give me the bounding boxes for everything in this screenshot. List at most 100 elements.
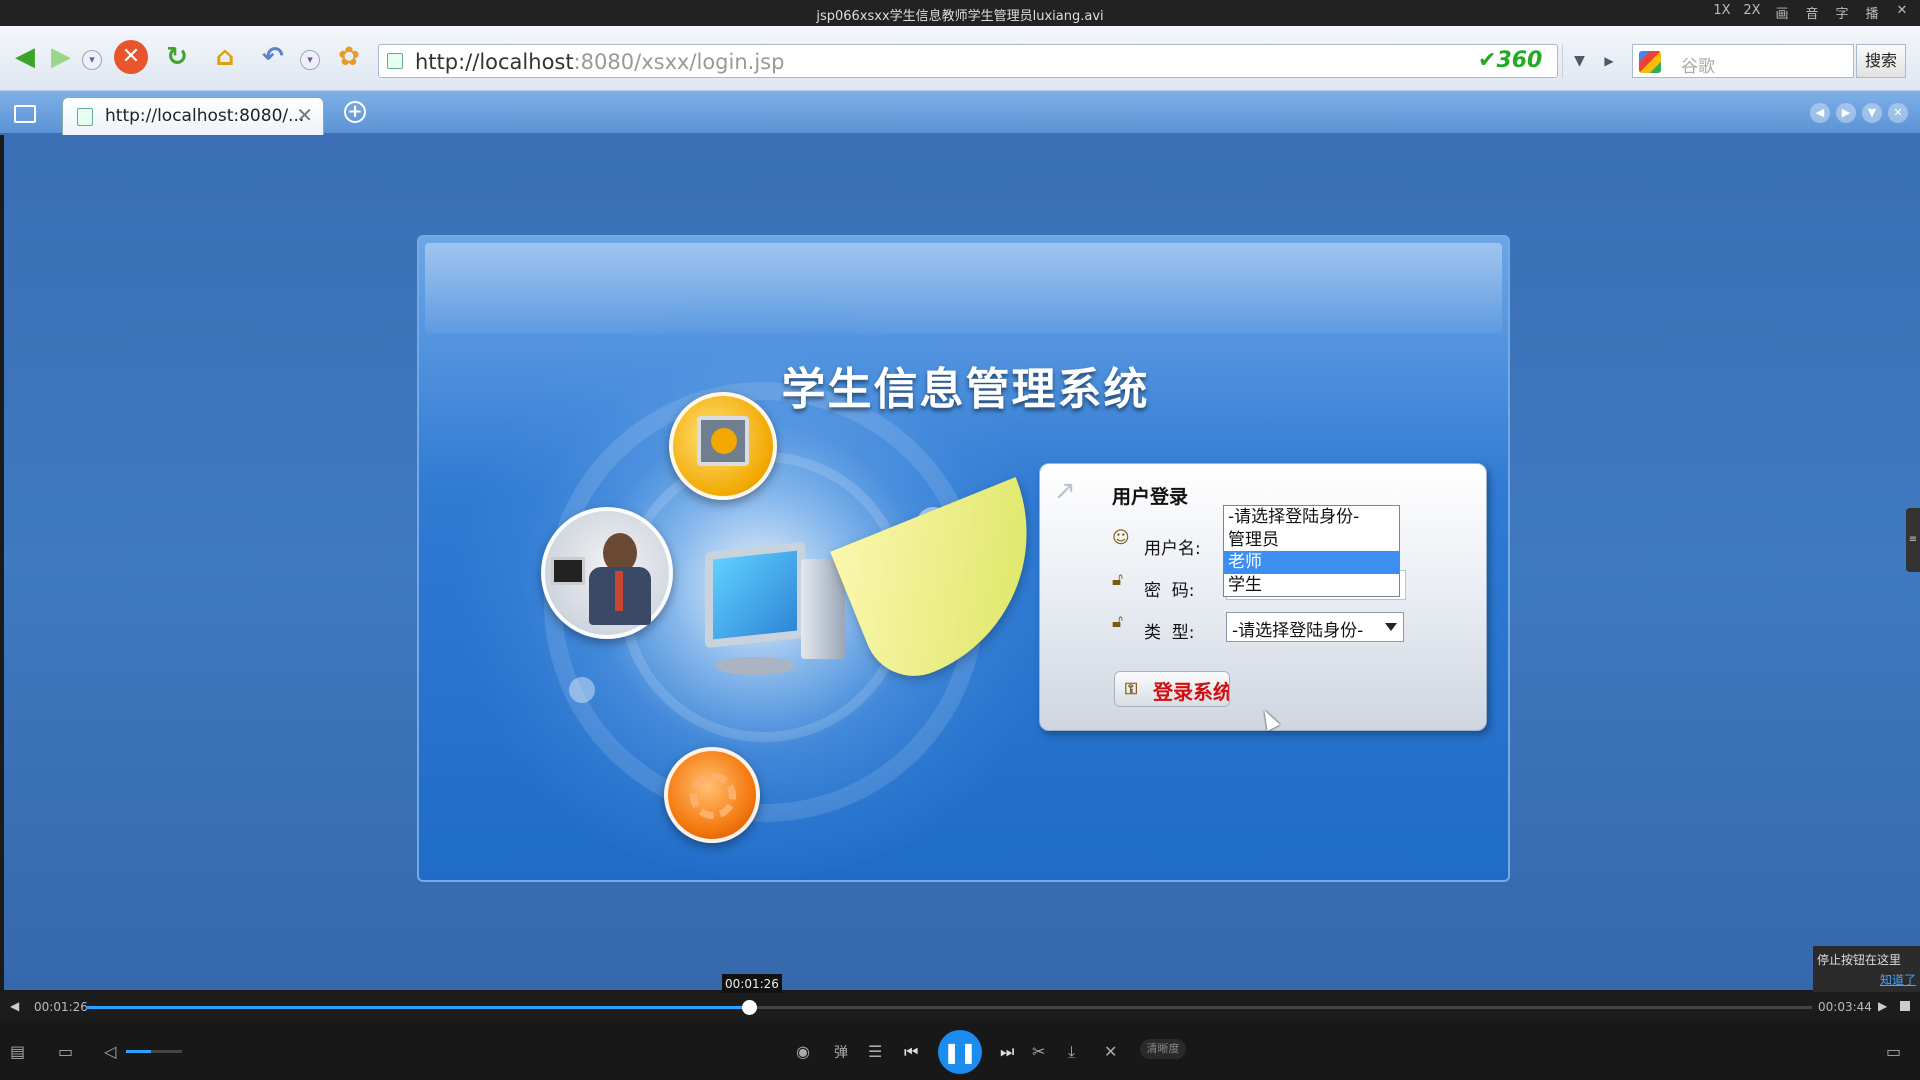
tab-controls: ◀ ▶ ▼ ✕: [1810, 103, 1908, 123]
scroll-left-icon[interactable]: ◀: [1810, 103, 1830, 123]
next-track-icon[interactable]: ⏭: [1000, 1042, 1014, 1062]
total-time: 00:03:44: [1818, 1000, 1872, 1014]
undo-icon[interactable]: ↶: [256, 40, 290, 74]
equalizer-icon[interactable]: ☰: [868, 1042, 882, 1061]
speed-1x-button[interactable]: 1X: [1712, 3, 1732, 22]
type-select-value: -请选择登陆身份-: [1232, 621, 1364, 641]
chevron-down-icon: [1385, 623, 1397, 631]
side-panel-handle[interactable]: ≡: [1906, 508, 1920, 572]
next-icon[interactable]: ▶: [1878, 999, 1887, 1013]
user-icon: ☺: [1112, 528, 1130, 548]
subtitle-button[interactable]: 字: [1832, 3, 1852, 22]
play-menu-button[interactable]: 播: [1862, 3, 1882, 22]
type-dropdown-list: -请选择登陆身份- 管理员 老师 学生: [1223, 505, 1400, 597]
pause-button[interactable]: ❚❚: [938, 1030, 982, 1074]
page-icon: [387, 53, 403, 69]
fullscreen-icon[interactable]: ▭: [1886, 1042, 1901, 1061]
search-engine-icon[interactable]: [1639, 51, 1661, 73]
volume-icon[interactable]: ◁: [104, 1042, 116, 1061]
page-viewport: 学生信息管理系统 ↗ 用户登录 ☺ 用户名: 🔓︎ 密 码: 🔓︎ 类 型:: [4, 135, 1920, 990]
brand-360-logo[interactable]: ✔360: [1478, 48, 1560, 74]
header-band: [425, 243, 1502, 333]
search-box[interactable]: 谷歌: [1632, 44, 1854, 78]
picture-button[interactable]: 画: [1772, 3, 1792, 22]
tab-title: http://localhost:8080/...: [105, 106, 305, 126]
password-label: 密 码:: [1144, 581, 1195, 601]
arrow-icon: ↗: [1054, 476, 1076, 506]
lock-icon: 🔓︎: [1112, 570, 1124, 590]
type-select[interactable]: -请选择登陆身份-: [1226, 612, 1404, 642]
login-icon: ⚿: [1125, 679, 1138, 698]
url-text[interactable]: http://localhost:8080/xsxx/login.jsp: [415, 50, 784, 74]
computer-icon: [705, 541, 855, 697]
tab-close-icon[interactable]: ✕: [296, 103, 313, 127]
scroll-right-icon[interactable]: ▶: [1836, 103, 1856, 123]
new-tab-icon[interactable]: +: [344, 101, 366, 123]
volume-slider[interactable]: [126, 1050, 182, 1053]
seek-progress: [86, 1006, 749, 1009]
player-control-bar: ▤ ▭ ◁ ◉ 弹 ☰ ⏮ ❚❚ ⏭ ✂ ⤓ ✕ 清晰度 ▭: [0, 1020, 1920, 1080]
login-button-label: 登录系统: [1153, 680, 1230, 704]
browser-toolbar: ◀ ▶ ▾ ✕ ↻ ⌂ ↶ ▾ ✿ http://localhost:8080/…: [0, 26, 1920, 91]
tooltip-text: 停止按钮在这里: [1817, 953, 1902, 967]
option-admin[interactable]: 管理员: [1224, 529, 1399, 552]
gear-icon: [664, 747, 760, 843]
previous-icon[interactable]: ◀: [10, 999, 19, 1013]
tab-list-icon[interactable]: ▼: [1862, 103, 1882, 123]
system-title: 学生信息管理系统: [781, 364, 1150, 415]
current-time: 00:01:26: [34, 1000, 88, 1014]
login-heading: 用户登录: [1112, 486, 1189, 508]
username-label: 用户名:: [1144, 539, 1201, 559]
seek-handle[interactable]: [741, 1000, 757, 1015]
seek-row: ◀ 00:01:26 00:03:44 ▶: [0, 993, 1920, 1020]
player-title: jsp066xsxx学生信息教师学生管理员luxiang.avi: [816, 9, 1104, 24]
search-engine-label: 谷歌: [1681, 57, 1715, 77]
tab-login[interactable]: http://localhost:8080/... ✕: [62, 97, 324, 135]
cut-icon[interactable]: ✂: [1032, 1042, 1045, 1061]
sidebar-toggle-icon[interactable]: [14, 105, 36, 123]
volume-level: [126, 1050, 152, 1053]
stop-icon[interactable]: [1900, 1001, 1910, 1011]
tools-icon[interactable]: ✕: [1104, 1042, 1117, 1061]
paw-icon[interactable]: ✿: [332, 40, 366, 74]
type-label: 类 型:: [1144, 623, 1195, 643]
address-bar[interactable]: http://localhost:8080/xsxx/login.jsp: [378, 44, 1558, 78]
home-icon[interactable]: ⌂: [208, 40, 242, 74]
stop-icon[interactable]: ✕: [114, 40, 148, 74]
option-teacher[interactable]: 老师: [1224, 551, 1399, 574]
option-student[interactable]: 学生: [1224, 574, 1399, 597]
download-icon[interactable]: ⤓: [1068, 1042, 1075, 1062]
address-dropdown-icon[interactable]: ▼: [1562, 44, 1596, 78]
playlist-icon[interactable]: ▤: [10, 1042, 25, 1061]
login-button[interactable]: ⚿ 登录系统: [1114, 671, 1230, 707]
tab-bar: http://localhost:8080/... ✕ + ◀ ▶ ▼ ✕: [0, 91, 1920, 135]
seek-hover-time: 00:01:26: [722, 974, 782, 994]
title-controls: 1X 2X 画 音 字 播 ✕: [1712, 3, 1912, 22]
eye-icon[interactable]: ◉: [796, 1042, 810, 1061]
audio-button[interactable]: 音: [1802, 3, 1822, 22]
undo-dropdown-icon[interactable]: ▾: [300, 50, 320, 70]
refresh-icon[interactable]: ↻: [160, 40, 194, 74]
page-icon: [77, 108, 93, 126]
option-placeholder[interactable]: -请选择登陆身份-: [1224, 506, 1399, 529]
stop-hint-tooltip: 停止按钮在这里 知道了: [1813, 946, 1920, 992]
history-dropdown-icon[interactable]: ▾: [82, 50, 102, 70]
tooltip-dismiss-link[interactable]: 知道了: [1817, 971, 1916, 988]
seek-bar[interactable]: [86, 1000, 1812, 1015]
close-all-icon[interactable]: ✕: [1888, 103, 1908, 123]
login-box: ↗ 用户登录 ☺ 用户名: 🔓︎ 密 码: 🔓︎ 类 型: -请选择登陆身份-: [1039, 458, 1490, 731]
forward-arrow-icon[interactable]: ▶: [44, 40, 78, 74]
browser-window: ◀ ▶ ▾ ✕ ↻ ⌂ ↶ ▾ ✿ http://localhost:8080/…: [0, 26, 1920, 135]
close-icon[interactable]: ✕: [1892, 3, 1912, 22]
previous-track-icon[interactable]: ⏮: [904, 1042, 918, 1062]
quality-button[interactable]: 清晰度: [1140, 1039, 1186, 1059]
danmaku-button[interactable]: 弹: [834, 1042, 848, 1062]
sparkle-decoration: [569, 677, 595, 703]
open-folder-icon[interactable]: ▭: [58, 1042, 73, 1061]
search-button[interactable]: 搜索: [1856, 44, 1906, 78]
back-arrow-icon[interactable]: ◀: [8, 40, 42, 74]
speed-2x-button[interactable]: 2X: [1742, 3, 1762, 22]
go-icon[interactable]: ▶: [1596, 44, 1622, 78]
player-titlebar: jsp066xsxx学生信息教师学生管理员luxiang.avi 1X 2X 画…: [0, 0, 1920, 26]
businessman-icon: [541, 507, 673, 639]
